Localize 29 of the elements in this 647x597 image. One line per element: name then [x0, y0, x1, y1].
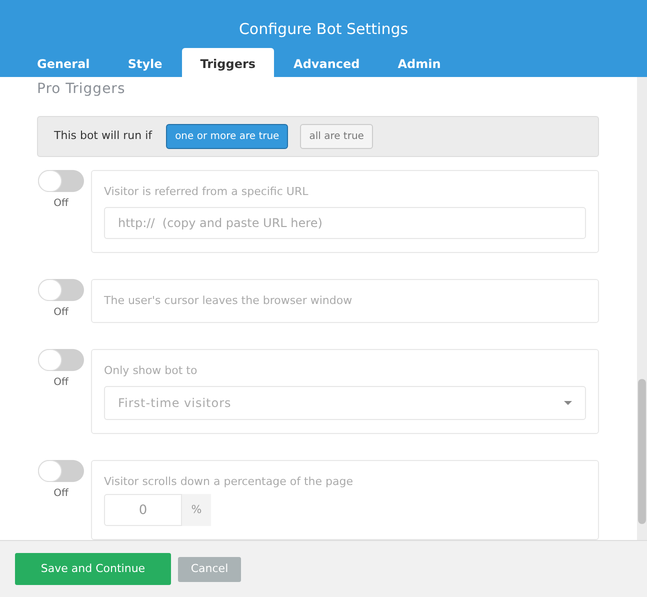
trigger-label: Visitor scrolls down a percentage of the page [104, 474, 354, 490]
run-condition-label: This bot will run if [54, 128, 152, 144]
percent-field[interactable]: 0 [104, 494, 182, 526]
toggle-switch[interactable] [38, 278, 84, 300]
condition-option[interactable]: all are true [300, 124, 373, 149]
tab[interactable]: Admin [380, 48, 459, 80]
audience-select[interactable]: First-time visitors [104, 386, 586, 420]
toggle-switch[interactable] [38, 349, 84, 371]
trigger-label: Visitor is referred from a specific URL [104, 184, 310, 200]
tab[interactable]: Advanced [276, 48, 378, 80]
toggle-state: Off [54, 197, 68, 211]
save-button[interactable]: Save and Continue [15, 553, 171, 585]
tab[interactable]: General [19, 48, 108, 80]
section-title: Pro Triggers [37, 80, 126, 99]
cancel-button[interactable]: Cancel [178, 556, 241, 582]
toggle-state: Off [54, 306, 68, 320]
toggle-switch[interactable] [38, 170, 84, 192]
tab[interactable]: Style [110, 48, 180, 80]
scrollbar[interactable] [637, 77, 647, 540]
toggle-state: Off [54, 486, 68, 500]
trigger-label: The user's cursor leaves the browser window [104, 292, 354, 308]
percent-unit: % [182, 494, 211, 526]
toggle-switch[interactable] [38, 460, 84, 482]
caret-icon [564, 400, 572, 404]
toggle-state: Off [54, 376, 68, 390]
url-field[interactable]: http:// (copy and paste URL here) [104, 206, 586, 238]
window-title: Configure Bot Settings [238, 19, 408, 40]
condition-option[interactable]: one or more are true [166, 124, 288, 149]
trigger-label: Only show bot to [104, 363, 198, 379]
